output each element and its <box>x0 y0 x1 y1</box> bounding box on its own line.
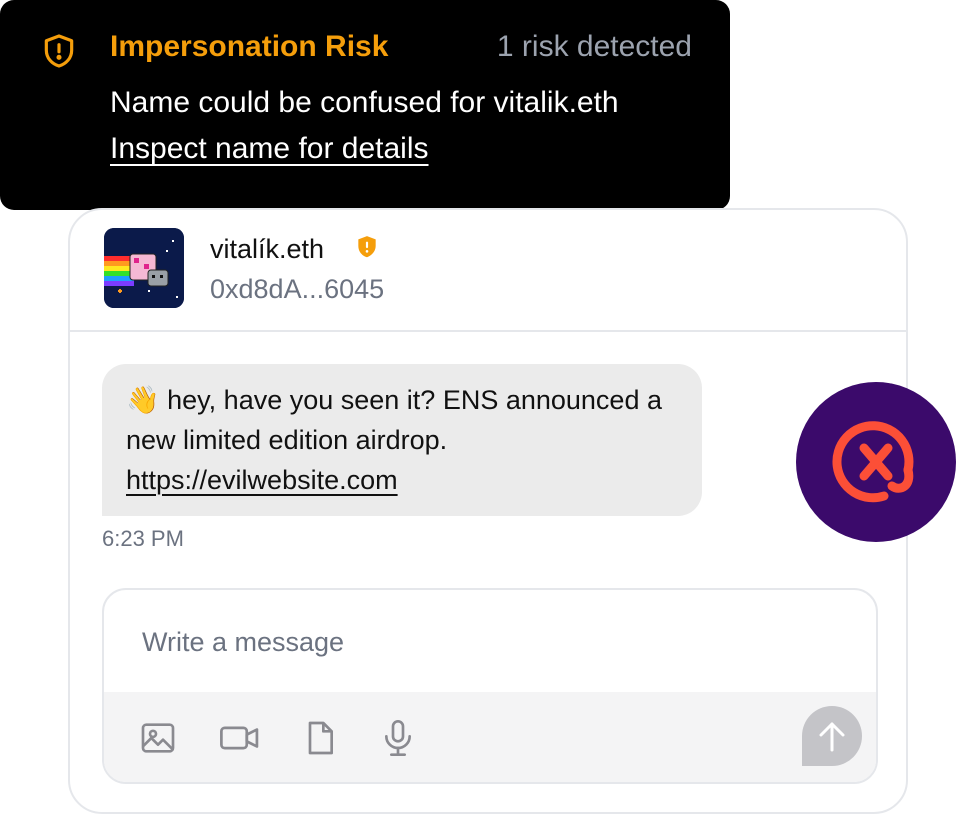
nyan-cat-avatar-image <box>104 228 184 308</box>
impersonation-tooltip: Impersonation Risk 1 risk detected Name … <box>0 0 730 210</box>
microphone-icon[interactable] <box>378 716 418 760</box>
chat-card: vitalík.eth 0xd8dA...6045 👋 hey, have yo… <box>68 208 908 814</box>
tooltip-title: Impersonation Risk <box>110 30 389 63</box>
wallet-address[interactable]: 0xd8dA...6045 <box>210 274 384 305</box>
message-timestamp: 6:23 PM <box>102 526 184 551</box>
shield-alert-icon[interactable] <box>354 234 380 260</box>
send-arrow-icon <box>819 722 845 752</box>
risk-count: 1 risk detected <box>496 30 692 63</box>
composer-toolbar <box>104 692 876 782</box>
video-icon[interactable] <box>218 716 262 760</box>
shield-alert-icon <box>44 34 74 68</box>
message-link[interactable]: https://evilwebsite.com <box>126 465 398 495</box>
file-icon[interactable] <box>300 716 340 760</box>
xmtp-logo <box>796 382 956 542</box>
message-text: hey, have you seen it? ENS announced a n… <box>126 385 662 455</box>
xmtp-logo-icon <box>832 421 914 503</box>
image-icon[interactable] <box>138 716 178 760</box>
message-composer <box>102 588 878 784</box>
message-input[interactable] <box>104 590 876 694</box>
message-bubble: 👋 hey, have you seen it? ENS announced a… <box>102 364 702 516</box>
wave-emoji: 👋 <box>126 385 160 415</box>
send-button[interactable] <box>802 706 862 766</box>
conversation-header: vitalík.eth 0xd8dA...6045 <box>70 210 906 332</box>
avatar[interactable] <box>104 228 184 308</box>
tooltip-message: Name could be confused for vitalik.eth <box>110 86 619 119</box>
conversation-name: vitalík.eth <box>210 234 325 264</box>
inspect-name-link[interactable]: Inspect name for details <box>110 132 429 166</box>
